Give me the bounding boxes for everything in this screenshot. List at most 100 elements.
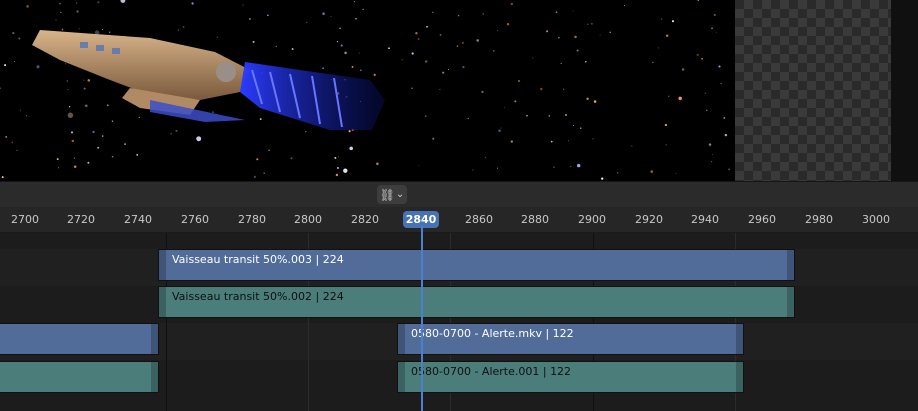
star <box>57 167 60 169</box>
star <box>70 131 74 134</box>
star <box>353 1 355 3</box>
star <box>432 11 434 13</box>
strip-label: Vaisseau transit 50%.003 | 224 <box>172 253 344 266</box>
star <box>585 61 587 63</box>
star <box>18 37 21 40</box>
movie-strip[interactable] <box>0 323 159 355</box>
star <box>415 32 418 35</box>
star <box>576 163 581 168</box>
star <box>182 26 185 28</box>
star <box>322 12 325 15</box>
star <box>560 62 562 65</box>
strip-right-handle[interactable] <box>151 362 158 392</box>
link-toggle-button[interactable]: ⛓ ⌄ <box>377 185 407 204</box>
star <box>337 156 339 158</box>
star <box>216 36 218 38</box>
star <box>83 79 85 81</box>
star <box>565 114 567 116</box>
star <box>439 89 441 90</box>
star <box>275 45 278 48</box>
star <box>74 165 77 168</box>
star <box>567 140 569 142</box>
star <box>290 157 293 160</box>
star <box>704 92 706 94</box>
star <box>652 61 654 64</box>
sequencer-tracks[interactable]: Vaisseau transit 50%.003 | 224 Vaisseau … <box>0 233 918 411</box>
star <box>92 130 95 134</box>
chevron-down-icon: ⌄ <box>395 189 405 200</box>
star <box>124 143 126 146</box>
star <box>256 158 259 161</box>
star <box>339 27 341 30</box>
star <box>517 79 521 83</box>
strip-right-handle[interactable] <box>151 324 158 354</box>
star <box>675 172 677 174</box>
strip-left-handle[interactable] <box>398 362 405 392</box>
star <box>16 149 18 152</box>
star <box>349 146 353 151</box>
star <box>263 172 265 175</box>
star <box>177 29 179 31</box>
star <box>696 53 699 57</box>
star <box>718 65 721 68</box>
star <box>351 65 354 68</box>
star <box>506 23 510 26</box>
ruler-tick: 2860 <box>465 213 493 226</box>
star <box>580 127 582 129</box>
star <box>26 115 28 117</box>
star <box>411 52 414 55</box>
strip-left-handle[interactable] <box>159 287 166 317</box>
playhead-line[interactable] <box>421 226 423 411</box>
star <box>708 143 712 146</box>
sound-strip[interactable]: 0580-0700 - Alerte.001 | 122 <box>397 361 744 393</box>
star <box>697 0 699 1</box>
movie-strip[interactable]: 0580-0700 - Alerte.mkv | 122 <box>397 323 744 355</box>
movie-strip[interactable]: Vaisseau transit 50%.003 | 224 <box>158 249 795 281</box>
star <box>0 87 1 90</box>
star <box>599 34 601 36</box>
star <box>701 58 703 60</box>
strip-right-handle[interactable] <box>787 250 794 280</box>
sound-strip[interactable]: Vaisseau transit 50%.002 | 224 <box>158 286 795 318</box>
star <box>418 164 420 166</box>
star <box>267 14 269 17</box>
strip-right-handle[interactable] <box>736 324 743 354</box>
star <box>71 139 75 143</box>
star <box>1 176 4 179</box>
star <box>448 69 449 70</box>
ruler-tick: 2800 <box>294 213 322 226</box>
star <box>306 21 308 24</box>
star <box>13 60 15 63</box>
star <box>59 2 61 5</box>
star <box>305 130 307 133</box>
star <box>136 154 139 156</box>
strip-right-handle[interactable] <box>787 287 794 317</box>
strip-label: Vaisseau transit 50%.002 | 224 <box>172 290 344 303</box>
star <box>73 157 75 159</box>
star <box>335 173 339 177</box>
star <box>242 4 244 6</box>
ruler-tick: 2920 <box>635 213 663 226</box>
star <box>504 107 506 109</box>
strip-left-handle[interactable] <box>398 324 405 354</box>
star <box>492 49 495 52</box>
star <box>12 31 15 35</box>
star <box>411 87 413 89</box>
star <box>650 170 654 173</box>
star <box>728 168 730 171</box>
star <box>467 117 469 120</box>
sound-strip[interactable] <box>0 361 159 393</box>
star <box>562 88 565 90</box>
star <box>593 100 597 103</box>
star <box>336 41 338 43</box>
star <box>711 27 713 30</box>
frame-ruler[interactable]: 2700 2720 2740 2760 2780 2800 2820 2860 … <box>0 207 918 233</box>
star <box>253 175 257 179</box>
link-icon: ⛓ <box>379 187 395 202</box>
star <box>425 60 428 63</box>
strip-left-handle[interactable] <box>159 250 166 280</box>
star <box>658 47 660 49</box>
star <box>550 140 553 143</box>
strip-right-handle[interactable] <box>736 362 743 392</box>
star <box>196 136 202 142</box>
